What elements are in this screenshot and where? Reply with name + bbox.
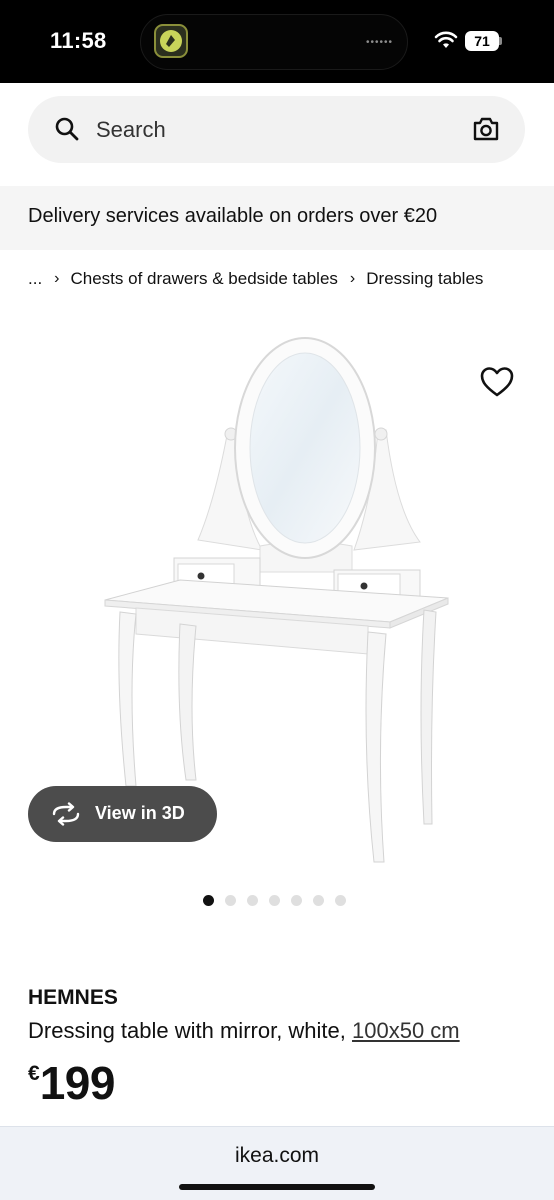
delivery-banner-text: Delivery services available on orders ov… <box>28 205 438 227</box>
island-indicator-dots: •••••• <box>365 37 393 48</box>
image-carousel-dots[interactable] <box>203 895 346 906</box>
product-price: €199 <box>28 1056 115 1110</box>
view-in-3d-label: View in 3D <box>95 803 185 823</box>
carousel-dot[interactable] <box>247 895 258 906</box>
search-input[interactable]: Search <box>28 96 525 163</box>
price-currency: € <box>28 1062 40 1085</box>
carousel-dot[interactable] <box>269 895 280 906</box>
battery-icon: 71 <box>465 31 499 51</box>
carousel-dot[interactable] <box>225 895 236 906</box>
product-size-link[interactable]: 100x50 cm <box>352 1018 460 1043</box>
status-time: 11:58 <box>50 28 107 53</box>
rotate-3d-icon <box>52 802 80 826</box>
chevron-right-icon: › <box>54 270 60 287</box>
live-activity-app-icon[interactable] <box>154 24 188 58</box>
product-description: Dressing table with mirror, white, 100x5… <box>28 1018 460 1044</box>
carousel-dot[interactable] <box>291 895 302 906</box>
battery-tip <box>499 37 502 45</box>
heart-icon[interactable] <box>478 364 516 400</box>
product-name: HEMNES <box>28 986 118 1009</box>
url-text[interactable]: ikea.com <box>0 1144 554 1168</box>
wifi-icon <box>434 31 458 48</box>
status-bar: 11:58 •••••• 71 <box>0 0 554 83</box>
breadcrumb: ... › Chests of drawers & bedside tables… <box>28 268 483 290</box>
carousel-dot[interactable] <box>335 895 346 906</box>
home-indicator[interactable] <box>179 1184 375 1190</box>
search-icon <box>55 117 79 141</box>
price-value: 199 <box>39 1057 116 1109</box>
camera-icon[interactable] <box>472 116 500 142</box>
view-in-3d-button[interactable]: View in 3D <box>28 786 217 842</box>
carousel-dot[interactable] <box>203 895 214 906</box>
breadcrumb-item-ellipsis[interactable]: ... <box>28 269 42 289</box>
search-placeholder: Search <box>96 117 166 142</box>
dynamic-island[interactable]: •••••• <box>140 14 408 70</box>
breadcrumb-item-dressing-tables[interactable]: Dressing tables <box>366 269 483 289</box>
carousel-dot[interactable] <box>313 895 324 906</box>
product-description-text: Dressing table with mirror, white, <box>28 1018 346 1043</box>
chevron-right-icon: › <box>349 270 356 287</box>
breadcrumb-item-chests[interactable]: Chests of drawers & bedside tables <box>71 269 338 289</box>
delivery-banner[interactable]: Delivery services available on orders ov… <box>0 186 554 250</box>
browser-address-bar[interactable]: ikea.com <box>0 1126 554 1200</box>
